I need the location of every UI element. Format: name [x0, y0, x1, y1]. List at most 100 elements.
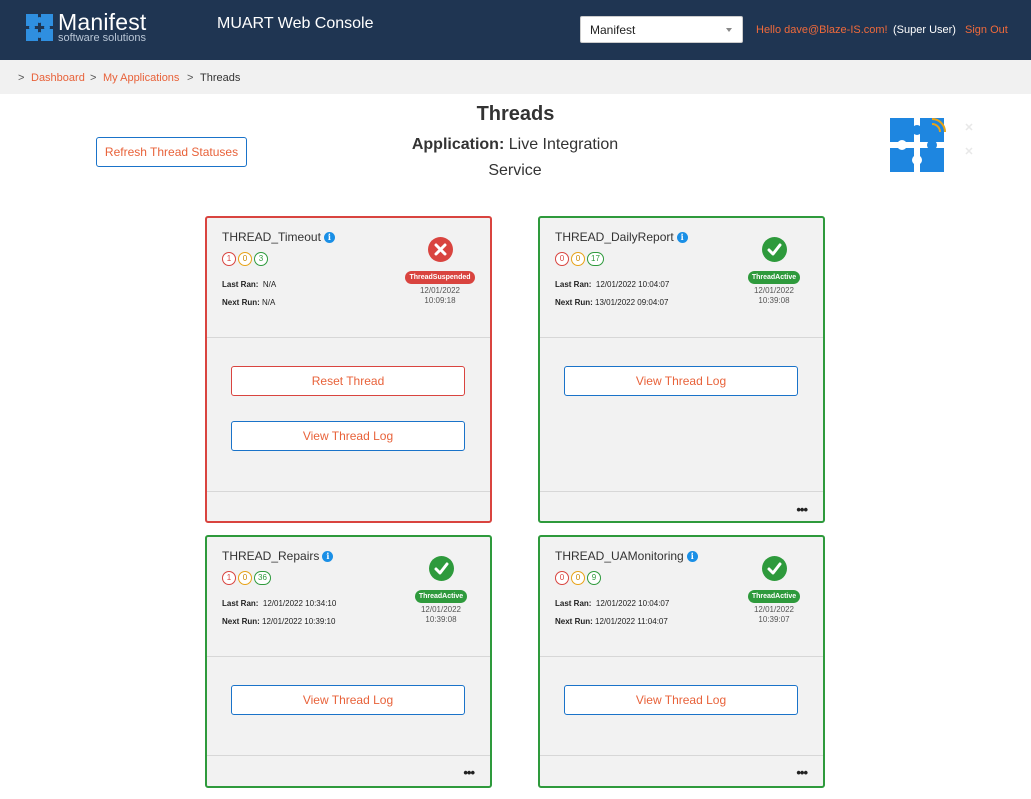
thread-card-uamonitoring: THREAD_UAMonitoring i 0 0 9 Last Ran: 12/…	[538, 535, 825, 788]
view-thread-log-button[interactable]: View Thread Log	[564, 685, 798, 715]
breadcrumb-current: Threads	[200, 72, 241, 84]
next-run-label: Next Run:	[555, 617, 593, 626]
info-icon[interactable]: i	[676, 232, 688, 243]
next-run-value: 13/01/2022 09:04:07	[595, 298, 669, 307]
error-count-badge: 1	[222, 571, 236, 585]
divider	[207, 656, 490, 657]
thread-counts: 0 0 17	[555, 252, 604, 266]
sign-out-link[interactable]: Sign Out	[965, 24, 1008, 36]
next-run-value: 12/01/2022 10:39:10	[262, 617, 336, 626]
more-options-icon[interactable]: •••	[796, 766, 808, 779]
check-icon	[428, 556, 454, 581]
divider	[540, 491, 823, 492]
user-greeting-link[interactable]: Hello dave@Blaze-IS.com!	[756, 24, 888, 36]
reset-thread-button[interactable]: Reset Thread	[231, 366, 465, 396]
puzzle-connection-icon	[888, 114, 980, 178]
view-thread-log-button[interactable]: View Thread Log	[564, 366, 798, 396]
user-role: (Super User)	[893, 24, 956, 36]
breadcrumb-separator: >	[187, 72, 194, 84]
status-badge: ThreadActive	[747, 271, 801, 284]
application-value: Live Integration Service	[488, 136, 619, 179]
thread-name-wrap: THREAD_Repairs i	[222, 549, 334, 563]
status-date: 12/01/2022	[753, 605, 795, 614]
logo-main-text: Manifest	[58, 9, 147, 35]
divider	[540, 755, 823, 756]
thread-card-timeout: THREAD_Timeout i 1 0 3 Last Ran: N/A Next…	[205, 216, 492, 523]
top-navbar: Manifest software solutions MUART Web Co…	[0, 0, 1031, 60]
thread-name: THREAD_UAMonitoring	[555, 549, 684, 563]
thread-counts: 1 0 3	[222, 252, 268, 266]
next-run-label: Next Run:	[222, 298, 260, 307]
view-thread-log-button[interactable]: View Thread Log	[231, 685, 465, 715]
last-ran: Last Ran: 12/01/2022 10:04:07	[555, 599, 669, 608]
refresh-thread-statuses-button[interactable]: Refresh Thread Statuses	[96, 137, 247, 167]
status-badge: ThreadActive	[414, 590, 468, 603]
logo-sub-text: software solutions	[58, 32, 147, 44]
breadcrumb-dashboard[interactable]: Dashboard	[31, 72, 85, 84]
divider	[207, 755, 490, 756]
more-options-icon[interactable]: •••	[463, 766, 475, 779]
success-count-badge: 17	[587, 252, 604, 266]
last-ran-value: 12/01/2022 10:04:07	[595, 599, 670, 608]
success-count-badge: 36	[254, 571, 271, 585]
last-ran: Last Ran: 12/01/2022 10:04:07	[555, 280, 669, 289]
last-ran-label: Last Ran:	[222, 599, 259, 608]
last-ran-value: N/A	[262, 280, 277, 289]
view-thread-log-button[interactable]: View Thread Log	[231, 421, 465, 451]
warning-count-badge: 0	[238, 571, 252, 585]
more-options-icon[interactable]: •••	[796, 503, 808, 516]
thread-status: ThreadActive 12/01/2022 10:39:07	[734, 556, 814, 625]
warning-count-badge: 0	[571, 571, 585, 585]
warning-count-badge: 0	[238, 252, 252, 266]
status-date: 12/01/2022	[419, 286, 461, 295]
thread-name-wrap: THREAD_Timeout i	[222, 230, 335, 244]
thread-name: THREAD_Repairs	[222, 549, 320, 563]
next-run-value: 12/01/2022 11:04:07	[595, 617, 668, 626]
last-ran-value: 12/01/2022 10:34:10	[262, 599, 337, 608]
chevron-down-icon	[726, 28, 732, 32]
breadcrumb-separator: >	[18, 72, 25, 84]
manifest-logo[interactable]: Manifest software solutions	[25, 11, 147, 44]
status-date: 12/01/2022	[753, 286, 795, 295]
info-icon[interactable]: i	[323, 232, 335, 243]
next-run: Next Run: 12/01/2022 11:04:07	[555, 617, 668, 626]
divider	[540, 656, 823, 657]
next-run: Next Run: N/A	[222, 298, 275, 307]
info-icon[interactable]: i	[686, 551, 698, 562]
application-select-value: Manifest	[590, 23, 636, 37]
status-time: 10:39:08	[758, 296, 790, 305]
next-run: Next Run: 12/01/2022 10:39:10	[222, 617, 335, 626]
application-select[interactable]: Manifest	[580, 16, 743, 43]
thread-name: THREAD_DailyReport	[555, 230, 674, 244]
warning-count-badge: 0	[571, 252, 585, 266]
last-ran: Last Ran: 12/01/2022 10:34:10	[222, 599, 336, 608]
check-icon	[761, 556, 787, 581]
last-ran-value: 12/01/2022 10:04:07	[595, 280, 670, 289]
success-count-badge: 3	[254, 252, 268, 266]
next-run-value: N/A	[262, 298, 276, 307]
thread-name-wrap: THREAD_DailyReport i	[555, 230, 688, 244]
thread-card-dailyreport: THREAD_DailyReport i 0 0 17 Last Ran: 12/…	[538, 216, 825, 523]
last-ran: Last Ran: N/A	[222, 280, 276, 289]
status-time: 10:09:18	[424, 296, 456, 305]
breadcrumb-my-applications[interactable]: My Applications	[103, 72, 179, 84]
last-ran-label: Last Ran:	[555, 280, 592, 289]
thread-status: ThreadSuspended 12/01/2022 10:09:18	[400, 237, 480, 306]
thread-status: ThreadActive 12/01/2022 10:39:08	[401, 556, 481, 625]
next-run: Next Run: 13/01/2022 09:04:07	[555, 298, 668, 307]
status-date: 12/01/2022	[420, 605, 462, 614]
status-badge: ThreadSuspended	[405, 271, 475, 284]
error-count-badge: 0	[555, 252, 569, 266]
breadcrumb-separator: >	[90, 72, 97, 84]
error-count-badge: 1	[222, 252, 236, 266]
application-name: Application: Live Integration Service	[395, 132, 635, 184]
thread-name: THREAD_Timeout	[222, 230, 321, 244]
last-ran-label: Last Ran:	[222, 280, 259, 289]
info-icon[interactable]: i	[322, 551, 334, 562]
breadcrumb: > Dashboard > My Applications > Threads	[0, 60, 1031, 94]
status-badge: ThreadActive	[747, 590, 801, 603]
status-time: 10:39:08	[425, 615, 457, 624]
app-title: MUART Web Console	[217, 15, 374, 32]
application-label: Application:	[411, 136, 505, 153]
divider	[207, 491, 490, 492]
